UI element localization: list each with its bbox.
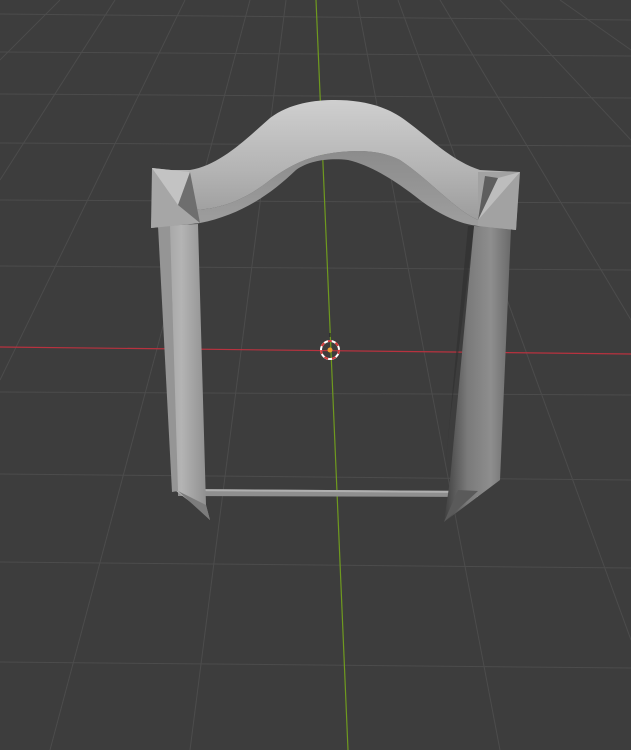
right-post [444, 226, 511, 522]
x-axis-line [0, 346, 631, 355]
bottom-rail [178, 489, 478, 497]
3d-cursor[interactable] [320, 333, 340, 360]
viewport-canvas[interactable] [0, 0, 631, 750]
object-origin-dot [327, 347, 333, 353]
3d-viewport[interactable] [0, 0, 631, 750]
